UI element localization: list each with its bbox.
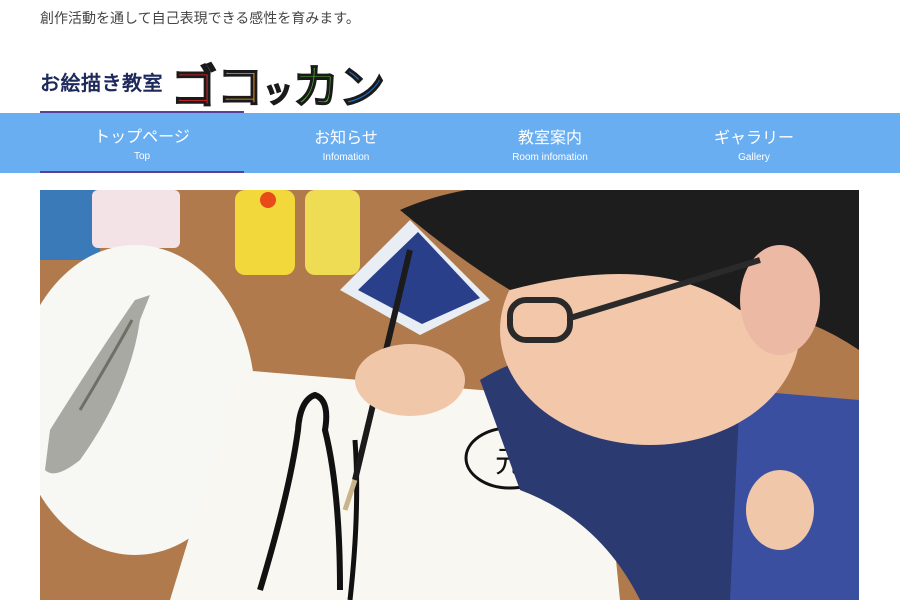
- logo-char: コ: [216, 60, 264, 114]
- nav-item-gallery[interactable]: ギャラリー Gallery: [652, 113, 856, 173]
- nav-item-top[interactable]: トップページ Top: [40, 113, 244, 173]
- nav-item-sublabel: Infomation: [322, 151, 370, 163]
- nav-item-room-info[interactable]: 教室案内 Room infomation: [448, 113, 652, 173]
- nav-item-sublabel: Gallery: [738, 151, 770, 163]
- site-logo[interactable]: お絵描き教室 ゴ コ ッ カ ン: [40, 52, 386, 114]
- hero-photo-illustration: 元: [40, 190, 859, 600]
- nav-item-label: ギャラリー: [713, 127, 794, 147]
- hero-photo: 元: [40, 190, 859, 600]
- nav-item-sublabel: Top: [133, 150, 151, 162]
- logo-wordmark: ゴ コ ッ カ ン: [170, 60, 386, 114]
- logo-char: ン: [338, 60, 386, 114]
- logo-char: カ: [292, 60, 340, 114]
- nav-item-label: 教室案内: [517, 127, 582, 147]
- site-tagline: 創作活動を通して自己表現できる感性を育みます。: [40, 11, 360, 27]
- nav-item-label: トップページ: [94, 126, 190, 146]
- nav-item-sublabel: Room infomation: [512, 151, 588, 163]
- logo-char: ゴ: [170, 60, 218, 114]
- nav-item-information[interactable]: お知らせ Infomation: [244, 113, 448, 173]
- logo-char: ッ: [262, 75, 294, 110]
- logo-prefix: お絵描き教室: [40, 71, 163, 95]
- nav-item-label: お知らせ: [314, 127, 378, 147]
- main-nav: トップページ Top お知らせ Infomation 教室案内 Room inf…: [0, 113, 900, 173]
